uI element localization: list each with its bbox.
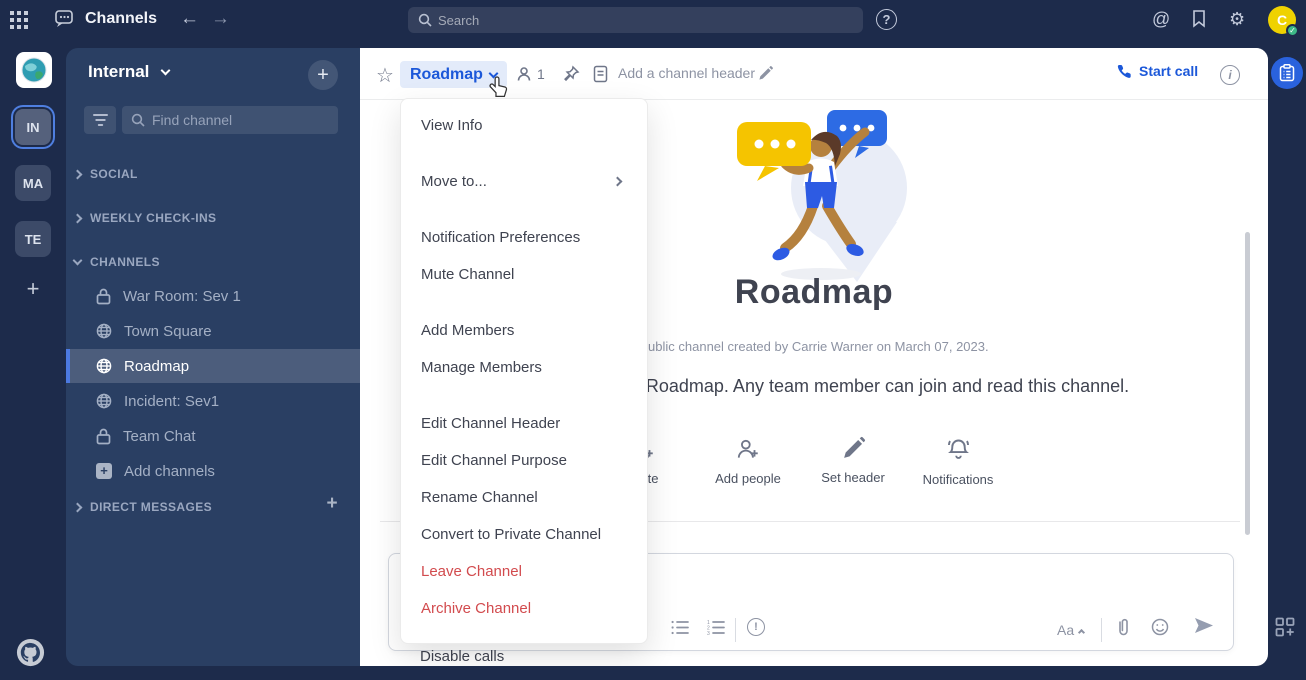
- svg-text:3: 3: [707, 631, 710, 635]
- chevron-right-icon: [72, 213, 83, 223]
- channel-files-icon[interactable]: [593, 65, 608, 83]
- apps-grid-plus-icon[interactable]: [1275, 617, 1295, 637]
- sidebar-group-weekly-check-ins[interactable]: WEEKLY CHECK-INS: [66, 206, 360, 230]
- set-header-button[interactable]: Set header: [798, 436, 908, 485]
- attachment-paperclip-icon[interactable]: [1115, 617, 1131, 637]
- priority-alert-icon[interactable]: !: [747, 618, 765, 636]
- center-channel: ☆ Roadmap 1 Add a channel header Start c…: [360, 48, 1268, 666]
- back-arrow-icon[interactable]: ←: [180, 8, 199, 30]
- sidebar-item-town-square[interactable]: Town Square: [66, 314, 360, 348]
- github-icon[interactable]: [15, 637, 46, 668]
- menu-item-edit-channel-header[interactable]: Edit Channel Header: [401, 405, 647, 442]
- forward-arrow-icon[interactable]: →: [211, 8, 230, 30]
- sidebar-item-war-room-sev-1[interactable]: War Room: Sev 1: [66, 279, 360, 313]
- globe-icon: [96, 323, 112, 339]
- pencil-icon: [843, 436, 865, 458]
- find-channel-input[interactable]: [122, 106, 338, 134]
- plus-box-icon: +: [96, 463, 112, 479]
- sidebar-item-team-chat[interactable]: Team Chat: [66, 419, 360, 453]
- menu-item-leave-channel[interactable]: Leave Channel: [401, 553, 647, 590]
- favorite-star-icon[interactable]: ☆: [376, 63, 394, 88]
- avatar[interactable]: C ✓: [1268, 6, 1299, 37]
- menu-item-view-info[interactable]: View Info: [401, 107, 647, 144]
- top-bar: Channels ← → ? @ ⚙ C ✓: [0, 0, 1306, 40]
- phone-icon: [1117, 64, 1131, 78]
- find-channel-box: [122, 106, 338, 134]
- channel-info-icon[interactable]: i: [1220, 65, 1240, 85]
- workspace-menu[interactable]: Internal: [88, 62, 171, 82]
- menu-item-disable-calls[interactable]: Disable calls: [420, 648, 504, 665]
- team-sidebar-rail: IN MA TE +: [0, 40, 66, 680]
- menu-item-mute-channel[interactable]: Mute Channel: [401, 256, 647, 293]
- menu-item-convert-to-private-channel[interactable]: Convert to Private Channel: [401, 516, 647, 553]
- emoji-smiley-icon[interactable]: [1151, 618, 1169, 636]
- send-icon[interactable]: [1194, 617, 1214, 634]
- menu-item-manage-members[interactable]: Manage Members: [401, 349, 647, 386]
- chevron-right-icon: [72, 169, 83, 179]
- cursor-icon: [488, 76, 509, 98]
- workspace-logo[interactable]: [16, 52, 52, 88]
- menu-item-notification-preferences[interactable]: Notification Preferences: [401, 219, 647, 256]
- add-direct-message-button[interactable]: +: [327, 493, 339, 515]
- chevron-down-icon: [72, 255, 83, 266]
- help-icon[interactable]: ?: [876, 9, 897, 30]
- menu-item-rename-channel[interactable]: Rename Channel: [401, 479, 647, 516]
- add-channel-plus-button[interactable]: +: [308, 60, 338, 90]
- mentions-at-icon[interactable]: @: [1152, 9, 1170, 30]
- scrollbar-thumb[interactable]: [1245, 232, 1250, 535]
- globe-icon: [96, 358, 112, 374]
- menu-item-add-members[interactable]: Add Members: [401, 312, 647, 349]
- channel-header-placeholder[interactable]: Add a channel header: [618, 65, 755, 81]
- playbooks-clipboard-icon[interactable]: [1271, 57, 1303, 89]
- channel-intro-illustration: [709, 106, 919, 286]
- settings-gear-icon[interactable]: ⚙: [1229, 9, 1245, 30]
- sidebar-item-roadmap[interactable]: Roadmap: [66, 349, 360, 383]
- members-icon[interactable]: [516, 66, 532, 82]
- search-input[interactable]: [408, 7, 863, 33]
- team-button-in[interactable]: IN: [15, 109, 51, 145]
- channel-sidebar: Internal + SOCIAL WEEKLY CHECK-INS: [66, 48, 360, 666]
- menu-item-move-to[interactable]: Move to...: [401, 163, 647, 200]
- lock-icon: [96, 288, 111, 304]
- menu-item-edit-channel-purpose[interactable]: Edit Channel Purpose: [401, 442, 647, 479]
- globe-icon: [96, 393, 112, 409]
- search-icon: [418, 13, 432, 27]
- app-grid-icon[interactable]: [10, 11, 28, 29]
- sidebar-group-social[interactable]: SOCIAL: [66, 162, 360, 186]
- numbered-list-icon[interactable]: 1 2 3: [707, 620, 725, 635]
- add-team-button[interactable]: +: [15, 271, 51, 307]
- lock-icon: [96, 428, 111, 444]
- formatting-toggle-button[interactable]: Aa: [1057, 622, 1086, 638]
- chevron-right-icon: [72, 502, 83, 512]
- start-call-button[interactable]: Start call: [1116, 63, 1198, 79]
- channels-product-icon: [52, 8, 76, 32]
- online-status-badge: ✓: [1286, 24, 1299, 37]
- person-plus-icon: [737, 439, 758, 458]
- sidebar-group-direct-messages[interactable]: DIRECT MESSAGES +: [66, 493, 360, 519]
- app-bar: [1268, 40, 1306, 680]
- bell-icon: [947, 439, 969, 459]
- saved-posts-icon[interactable]: [1191, 9, 1207, 29]
- member-count[interactable]: 1: [537, 66, 545, 82]
- sidebar-item-incident-sev1[interactable]: Incident: Sev1: [66, 384, 360, 418]
- team-button-ma[interactable]: MA: [15, 165, 51, 201]
- sidebar-item-add-channels[interactable]: + Add channels: [66, 454, 360, 488]
- composer-divider: [735, 618, 736, 642]
- sidebar-group-channels[interactable]: CHANNELS: [66, 250, 360, 274]
- workspace-window: Internal + SOCIAL WEEKLY CHECK-INS: [66, 48, 1268, 666]
- composer-divider: [1101, 618, 1102, 642]
- add-people-button[interactable]: Add people: [693, 436, 803, 486]
- edit-header-pencil-icon[interactable]: [758, 66, 773, 81]
- bullet-list-icon[interactable]: [671, 620, 689, 635]
- chevron-up-icon: [1078, 628, 1086, 636]
- channel-dropdown-menu: View Info Move to... Notification Prefer…: [400, 98, 648, 644]
- chevron-right-icon: [612, 176, 623, 187]
- find-search-icon: [131, 113, 145, 127]
- team-button-te[interactable]: TE: [15, 221, 51, 257]
- channel-filter-button[interactable]: [84, 106, 116, 134]
- app-title: Channels: [85, 10, 158, 27]
- menu-item-archive-channel[interactable]: Archive Channel: [401, 590, 647, 627]
- notifications-button[interactable]: Notifications: [903, 436, 1013, 487]
- pinned-posts-icon[interactable]: [562, 65, 580, 83]
